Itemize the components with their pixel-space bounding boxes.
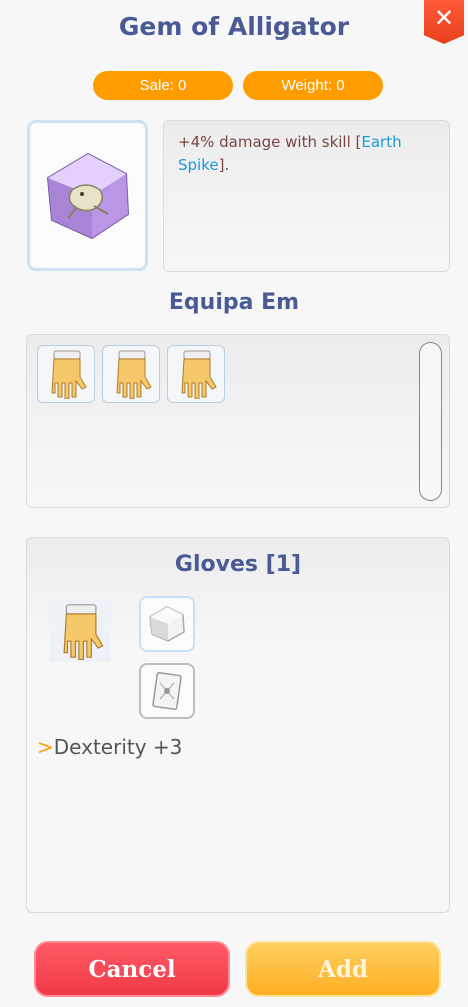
item-image [27, 120, 148, 271]
equipment-image [49, 600, 111, 662]
equip-list [26, 334, 450, 508]
bonus-line: >Dexterity +3 [37, 735, 182, 759]
bonus-text: Dexterity +3 [53, 735, 183, 759]
description-text: +4% damage with skill [ [178, 133, 362, 151]
glove-icon [51, 350, 87, 399]
description-text-end: ]. [218, 156, 230, 174]
card-slot[interactable] [139, 663, 195, 719]
add-button[interactable]: Add [245, 941, 441, 997]
card-slot-icon [152, 672, 182, 710]
weight-badge: Weight: 0 [243, 71, 383, 100]
equipment-title: Gloves [1] [174, 552, 302, 577]
glove-icon [181, 350, 217, 399]
equip-slot-gloves-2[interactable] [102, 345, 160, 403]
glove-icon [63, 604, 104, 660]
gem-slot[interactable] [139, 596, 195, 652]
item-description: +4% damage with skill [Earth Spike]. [163, 120, 450, 272]
close-icon: ✕ [433, 4, 455, 32]
sale-badge: Sale: 0 [93, 71, 233, 100]
equip-slot-gloves-3[interactable] [167, 345, 225, 403]
equip-section-title: Equipa Em [168, 290, 300, 315]
glove-icon [116, 350, 152, 399]
item-title: Gem of Alligator [118, 12, 350, 41]
gem-icon [46, 152, 129, 239]
gem-slot-icon [149, 606, 185, 642]
bonus-arrow: > [37, 735, 54, 759]
cancel-button[interactable]: Cancel [34, 941, 230, 997]
equipment-detail-panel: Gloves [1] >Dexterity +3 [26, 537, 450, 913]
close-button[interactable]: ✕ [424, 0, 464, 44]
equip-slot-gloves-1[interactable] [37, 345, 95, 403]
equip-list-scrollbar[interactable] [419, 342, 442, 501]
